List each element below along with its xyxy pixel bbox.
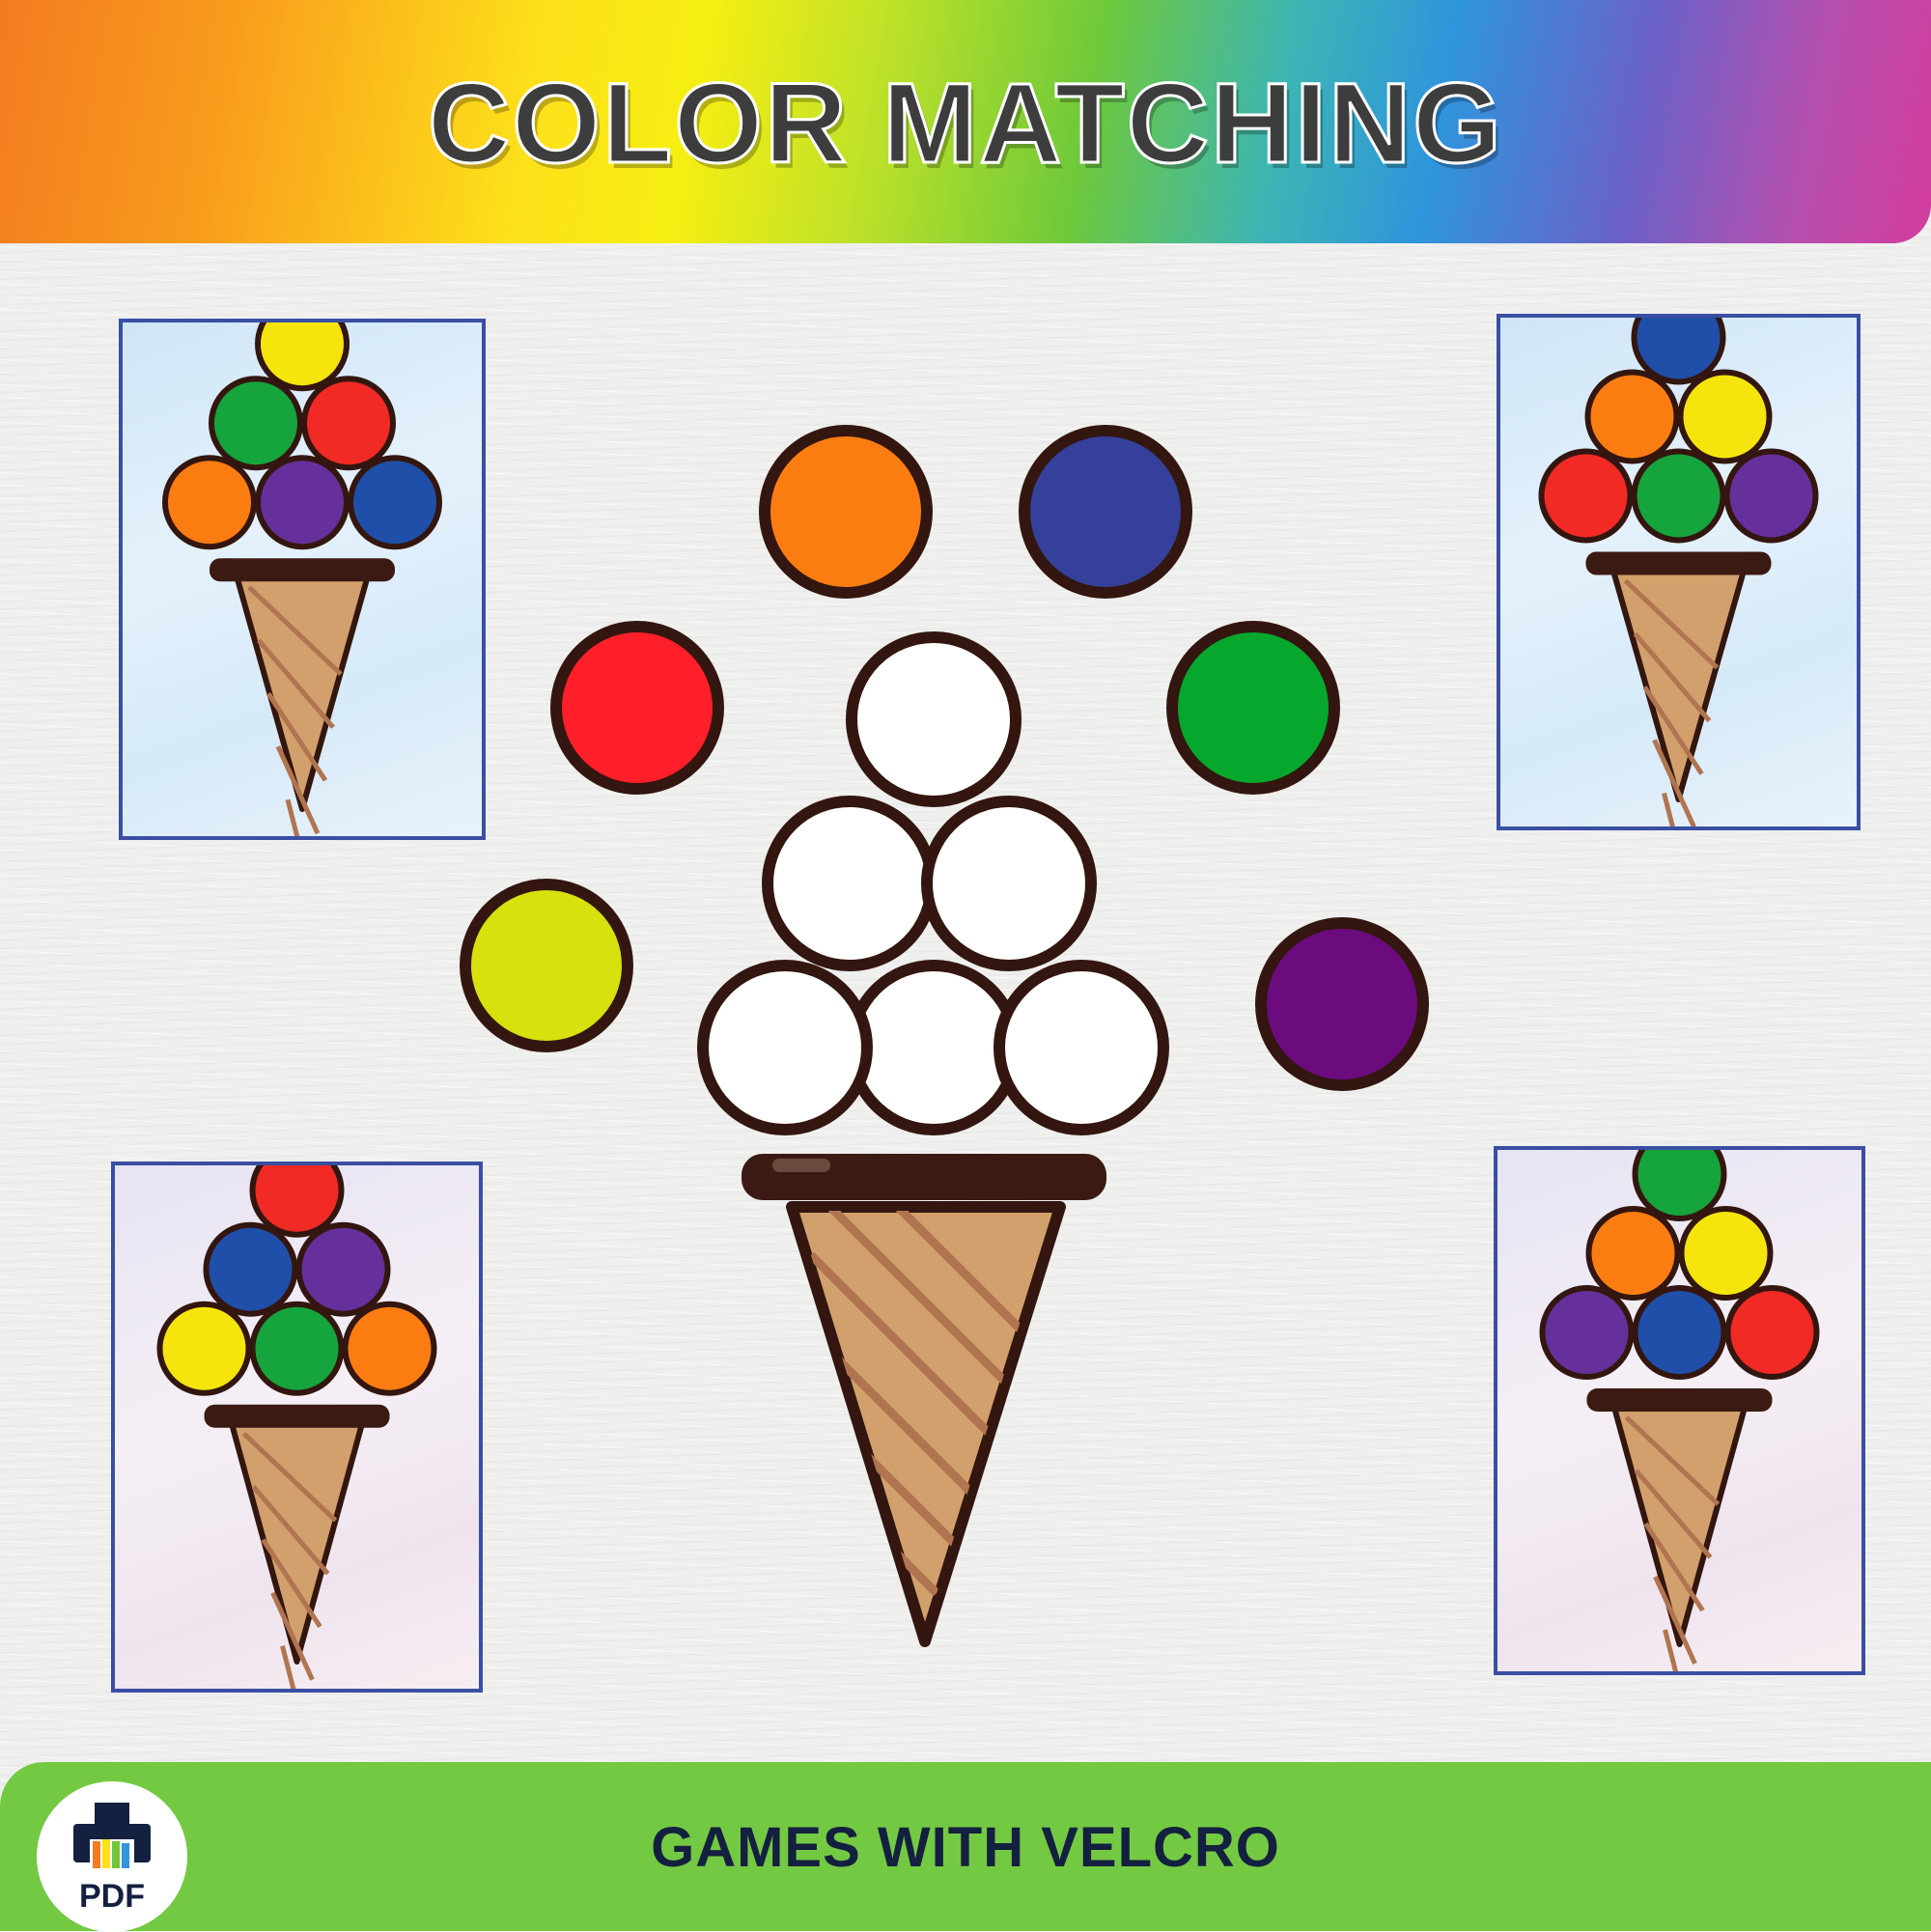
white-scoop-slot xyxy=(846,631,1021,807)
loose-color-ball xyxy=(1255,917,1429,1091)
mini-cone xyxy=(228,1418,366,1665)
mini-cone-rim xyxy=(204,1404,390,1428)
white-scoop-slot xyxy=(993,960,1169,1135)
mini-scoop-blue xyxy=(203,1221,298,1317)
mini-scoop-green xyxy=(1631,448,1726,544)
mini-ice-cream xyxy=(1538,318,1819,826)
reference-card-top-right xyxy=(1497,314,1861,830)
mini-scoop-red xyxy=(1538,448,1634,544)
mini-scoop-green xyxy=(209,376,303,471)
pdf-badge-label: PDF xyxy=(79,1878,145,1915)
mini-ice-cream xyxy=(156,1165,437,1689)
mini-scoop-orange xyxy=(1585,1206,1681,1301)
mini-scoop-red xyxy=(249,1165,345,1238)
mini-scoop-purple xyxy=(255,455,350,550)
pdf-badge: PDF xyxy=(37,1781,187,1932)
mini-scoop-purple xyxy=(295,1221,391,1317)
printer-icon xyxy=(73,1803,151,1868)
mini-scoop-yellow xyxy=(156,1301,252,1396)
reference-card-bottom-left xyxy=(111,1162,483,1693)
footer-label: GAMES WITH VELCRO xyxy=(651,1816,1280,1879)
white-scoop-slot xyxy=(846,960,1021,1135)
mini-scoop-orange xyxy=(162,455,257,550)
loose-color-ball xyxy=(1166,621,1340,795)
mini-cone xyxy=(1610,1403,1749,1647)
mini-scoop-green xyxy=(1632,1150,1727,1221)
reference-card-bottom-right xyxy=(1494,1146,1865,1675)
mini-cone-rim xyxy=(1586,1388,1773,1412)
loose-color-ball xyxy=(550,621,724,795)
mini-scoop-green xyxy=(249,1301,345,1396)
white-scoop-slot xyxy=(762,796,938,971)
loose-color-ball xyxy=(460,879,633,1052)
mini-scoop-blue xyxy=(1632,1285,1727,1380)
mini-ice-cream xyxy=(1539,1150,1820,1671)
reference-card-top-left xyxy=(119,319,486,840)
mini-scoop-orange xyxy=(1584,369,1680,464)
white-scoop-slot xyxy=(697,960,873,1135)
loose-color-ball xyxy=(759,425,933,599)
mini-scoop-purple xyxy=(1539,1285,1635,1380)
mini-cone-rim xyxy=(1585,551,1772,575)
mini-scoop-red xyxy=(1724,1285,1820,1380)
mini-scoop-red xyxy=(301,376,396,471)
main-scoops-placeholder xyxy=(697,631,1169,1135)
mini-ice-cream xyxy=(162,322,442,836)
white-scoop-slot xyxy=(921,796,1097,971)
main-cone xyxy=(742,1154,1106,1647)
mini-scoop-orange xyxy=(342,1301,437,1396)
mini-scoop-purple xyxy=(1723,448,1819,544)
mini-scoop-blue xyxy=(348,455,442,550)
mini-scoop-yellow xyxy=(1678,1206,1774,1301)
loose-color-ball xyxy=(1019,425,1192,599)
mini-scoop-yellow xyxy=(1677,369,1773,464)
mini-cone-rim xyxy=(210,558,395,582)
